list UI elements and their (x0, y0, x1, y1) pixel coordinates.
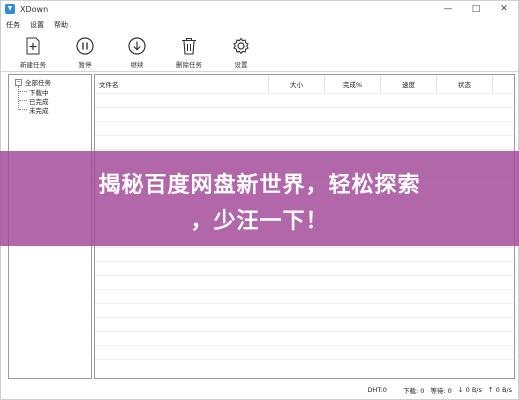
delete-task-label: 删除任务 (176, 61, 202, 69)
window-controls: — □ ✕ (434, 1, 518, 17)
minimize-button[interactable]: — (434, 1, 462, 17)
tree-item-incomplete[interactable]: 未完成 (29, 105, 49, 115)
menu-settings[interactable]: 设置 (25, 20, 49, 30)
delete-icon (182, 37, 196, 55)
download-arrow-icon: ↓ (457, 386, 464, 394)
column-percent[interactable]: 完成% (325, 75, 381, 93)
waiting-count: 等待: 0 (430, 387, 452, 395)
close-button[interactable]: ✕ (490, 1, 518, 17)
tree-collapse-toggle[interactable]: − (15, 79, 22, 86)
column-speed[interactable]: 速度 (381, 75, 437, 93)
pause-button[interactable]: 暂停 (59, 32, 111, 70)
dht-count: DHT:0 (367, 386, 387, 394)
resume-button[interactable]: 继续 (111, 32, 163, 70)
download-speed: ↓ 0 B/s (458, 386, 482, 394)
resume-icon (128, 37, 146, 55)
pause-label: 暂停 (78, 61, 92, 69)
delete-task-button[interactable]: 删除任务 (163, 32, 215, 70)
new-task-button[interactable]: 新建任务 (7, 32, 59, 70)
tree-item-all-tasks[interactable]: 全部任务 (25, 77, 51, 87)
menu-task[interactable]: 任务 (1, 20, 25, 30)
upload-speed: ↑ 0 B/s (488, 386, 512, 394)
promo-banner: 揭秘百度网盘新世界，轻松探索 ，少汪一下！ (0, 151, 519, 246)
toolbar: 新建任务 暂停 继续 删除任务 设置 (1, 32, 518, 72)
download-count: 下载: 0 (402, 387, 425, 395)
column-status[interactable]: 状态 (437, 75, 493, 93)
gear-icon (233, 37, 249, 55)
promo-line-1: 揭秘百度网盘新世界，轻松探索 (98, 173, 421, 198)
window-title: XDown (20, 4, 49, 14)
resume-label: 继续 (130, 61, 144, 69)
list-header: 文件名 大小 完成% 速度 状态 (95, 75, 514, 93)
settings-label: 设置 (234, 61, 248, 69)
upload-speed-value: 0 B/s (495, 386, 512, 394)
menu-bar: 任务 设置 帮助 (1, 18, 518, 31)
download-speed-value: 0 B/s (465, 386, 482, 394)
app-logo-icon (5, 4, 15, 14)
maximize-button[interactable]: □ (462, 1, 490, 17)
status-bar: DHT:0 下载: 0 等待: 0 ↓ 0 B/s ↑ 0 B/s (1, 381, 518, 399)
upload-arrow-icon: ↑ (487, 386, 494, 394)
column-filename[interactable]: 文件名 (95, 75, 269, 93)
new-task-label: 新建任务 (20, 61, 46, 69)
menu-help[interactable]: 帮助 (49, 20, 73, 30)
new-task-icon (26, 37, 40, 55)
promo-line-2: ，少汪一下！ (190, 209, 329, 234)
column-size[interactable]: 大小 (269, 75, 325, 93)
settings-button[interactable]: 设置 (215, 32, 267, 70)
pause-icon (76, 37, 94, 55)
title-bar: XDown — □ ✕ (1, 1, 518, 17)
